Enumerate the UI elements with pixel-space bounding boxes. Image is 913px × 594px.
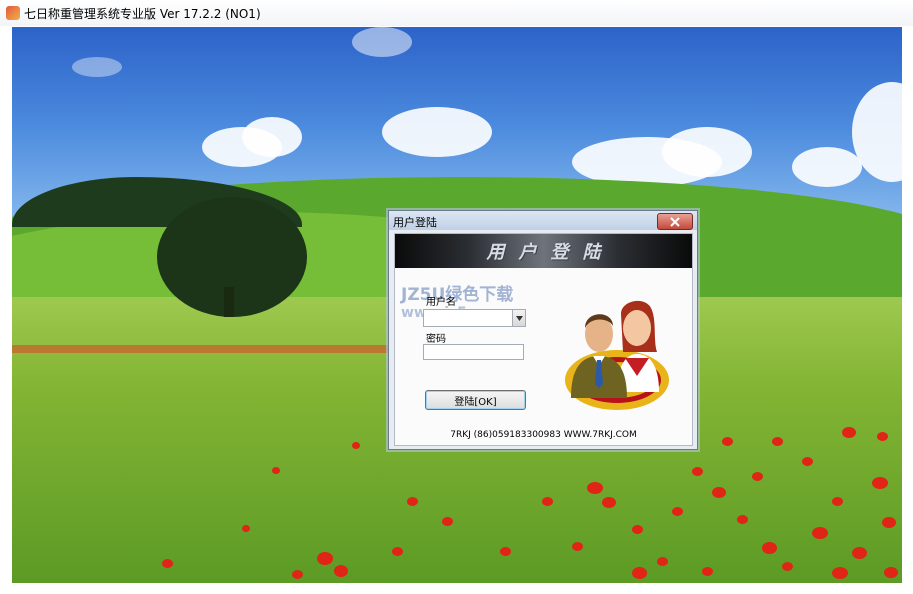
chevron-down-icon[interactable] — [512, 310, 525, 326]
close-icon — [670, 216, 680, 227]
username-label: 用户名 — [426, 297, 456, 308]
banner-title: 用户登陆 — [486, 242, 615, 263]
dialog-title: 用户登陆 — [393, 216, 437, 229]
username-combo[interactable] — [423, 309, 526, 327]
dialog-body: 用户登陆 JZ5U绿色下载 www.jz5u.com 用户名 密码 登陆[OK] — [394, 233, 693, 446]
login-ok-button[interactable]: 登陆[OK] — [425, 390, 526, 410]
watermark-logo: JZ5U绿色下载 — [401, 285, 514, 305]
app-title: 七日称重管理系统专业版 Ver 17.2.2 (NO1) — [24, 7, 261, 21]
password-label: 密码 — [426, 334, 446, 345]
users-icon — [565, 300, 669, 410]
app-scale-icon — [6, 6, 20, 20]
dialog-titlebar[interactable]: 用户登陆 — [389, 211, 697, 230]
app-titlebar[interactable]: 七日称重管理系统专业版 Ver 17.2.2 (NO1) — [0, 0, 913, 26]
login-dialog: 用户登陆 用户登陆 JZ5U绿色下载 www.jz5u.com 用户名 密码 — [388, 210, 698, 450]
close-button[interactable] — [657, 213, 693, 230]
footer-contact: 7RKJ (86)059183300983 WWW.7RKJ.COM — [450, 430, 637, 440]
password-input[interactable] — [423, 344, 524, 360]
login-banner: 用户登陆 — [395, 234, 692, 268]
app-window: 七日称重管理系统专业版 Ver 17.2.2 (NO1) 用户登陆 用户登陆 J… — [0, 0, 913, 594]
